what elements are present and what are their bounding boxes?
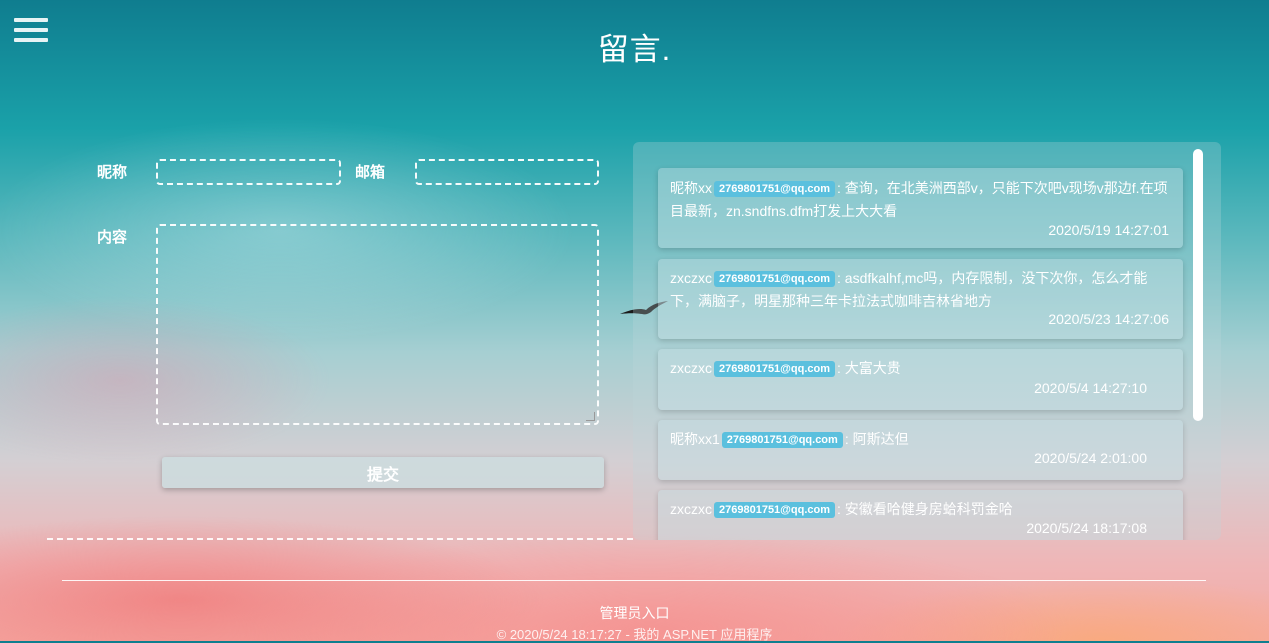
message-author: 昵称xx1 [670,431,720,447]
message-card: zxczxc 2769801751@qq.com: 大富大贵 2020/5/4 1… [658,349,1183,410]
message-author: zxczxc [670,360,712,376]
email-label: 邮箱 [355,164,386,181]
message-body: zxczxc 2769801751@qq.com: 大富大贵 [670,349,1171,380]
message-author: 昵称xx [670,180,712,196]
email-badge: 2769801751@qq.com [714,502,836,518]
message-list-panel[interactable]: 昵称xx 2769801751@qq.com: 查询，在北美洲西部v，只能下次吧v… [633,142,1221,540]
message-time: 2020/5/24 18:17:08 [1026,520,1147,536]
message-card: zxczxc 2769801751@qq.com: asdfkalhf,mc吗，内… [658,259,1183,339]
message-time: 2020/5/23 14:27:06 [1048,311,1169,327]
message-card: 昵称xx1 2769801751@qq.com: 阿斯达但 2020/5/24 2… [658,420,1183,480]
email-badge: 2769801751@qq.com [721,432,843,448]
email-input[interactable] [417,161,597,183]
content-textarea[interactable] [158,226,597,423]
message-text: : 安徽看哈健身房蛤科罚金哈 [837,501,1013,517]
admin-entry-link[interactable]: 管理员入口 [0,603,1269,623]
content-label: 内容 [97,229,128,246]
message-card: 昵称xx 2769801751@qq.com: 查询，在北美洲西部v，只能下次吧v… [658,168,1183,248]
message-time: 2020/5/24 2:01:00 [1034,450,1147,466]
footer-divider [62,580,1206,581]
message-time: 2020/5/19 14:27:01 [1048,222,1169,238]
nickname-input[interactable] [158,161,339,183]
resize-handle[interactable] [586,412,595,421]
message-author: zxczxc [670,270,712,286]
message-body: zxczxc 2769801751@qq.com: 安徽看哈健身房蛤科罚金哈 [670,490,1171,521]
nickname-label: 昵称 [97,164,128,181]
message-author: zxczxc [670,501,712,517]
email-badge: 2769801751@qq.com [714,181,836,197]
email-badge: 2769801751@qq.com [714,271,836,287]
page-title: 留言. [597,32,672,67]
content-field-wrap [156,224,599,425]
copyright-text: © 2020/5/24 18:17:27 - 我的 ASP.NET 应用程序 [496,627,773,642]
message-body: 昵称xx1 2769801751@qq.com: 阿斯达但 [670,420,1171,451]
message-body: zxczxc 2769801751@qq.com: asdfkalhf,mc吗，内… [670,259,1171,313]
email-field-wrap [415,159,599,185]
message-body: 昵称xx 2769801751@qq.com: 查询，在北美洲西部v，只能下次吧v… [670,168,1171,223]
submit-button[interactable]: 提交 [162,457,604,488]
form-divider [47,538,633,540]
message-card: zxczxc 2769801751@qq.com: 安徽看哈健身房蛤科罚金哈 20… [658,490,1183,540]
message-text: : 大富大贵 [837,360,901,376]
message-list-scrollbar[interactable] [1193,149,1203,421]
message-time: 2020/5/4 14:27:10 [1034,380,1147,396]
email-badge: 2769801751@qq.com [714,361,836,377]
message-text: : 阿斯达但 [844,431,909,447]
nickname-field-wrap [156,159,341,185]
